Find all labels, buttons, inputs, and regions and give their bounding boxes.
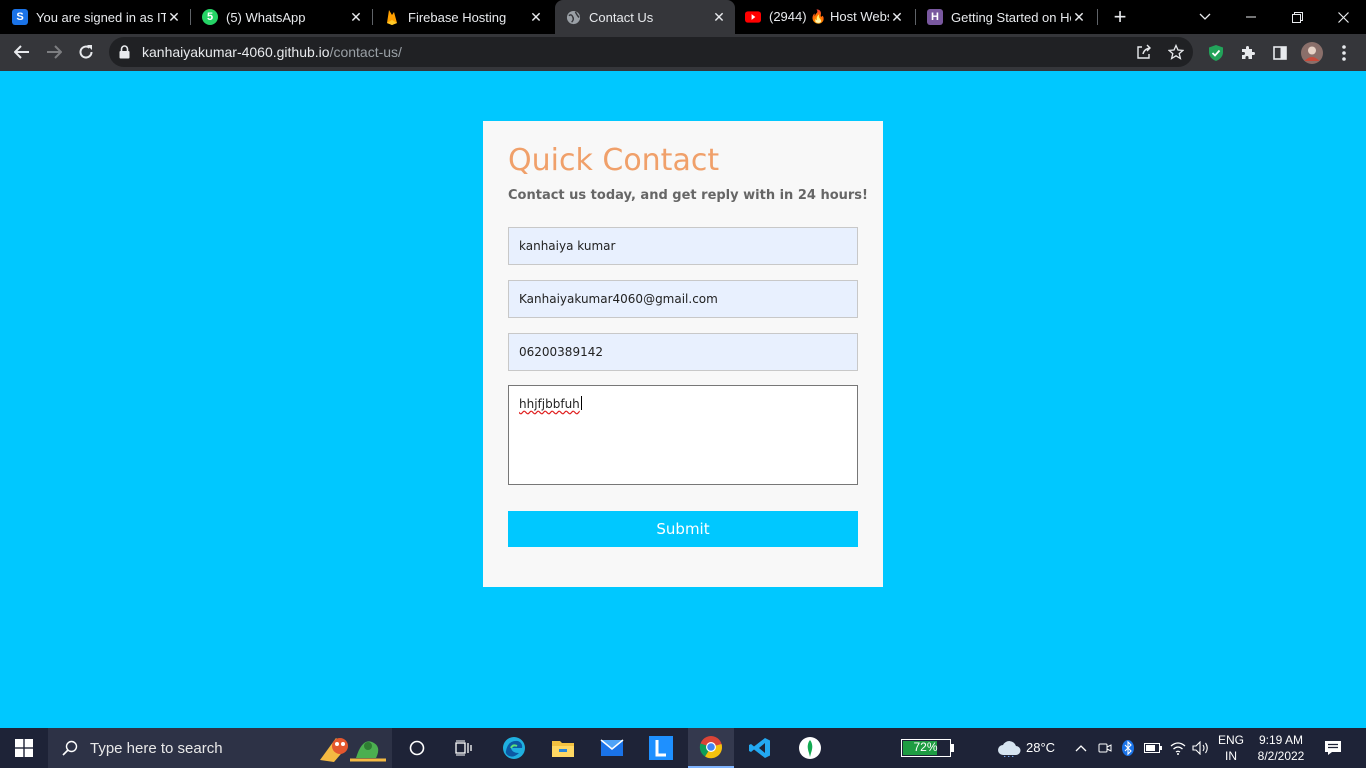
message-textarea[interactable]: hhjfjbbfuh: [508, 385, 858, 485]
tab-title: You are signed in as IT: [36, 9, 166, 25]
bookmark-star-icon[interactable]: [1167, 43, 1185, 61]
restore-button[interactable]: [1274, 0, 1320, 34]
start-button[interactable]: [0, 728, 48, 768]
url-path: /contact-us/: [329, 44, 402, 60]
close-icon[interactable]: ✕: [528, 9, 544, 25]
browser-toolbar: kanhaiyakumar-4060.github.io/contact-us/: [0, 34, 1366, 71]
back-button[interactable]: [8, 38, 36, 66]
volume-icon[interactable]: [1191, 728, 1211, 768]
tab-signed-in[interactable]: S You are signed in as IT ✕: [12, 0, 190, 34]
tab-title: Firebase Hosting: [408, 9, 507, 25]
contact-card: Quick Contact Contact us today, and get …: [483, 121, 883, 587]
url-host: kanhaiyakumar-4060.github.io: [142, 44, 330, 60]
temperature-text: 28°C: [1026, 740, 1056, 755]
firebase-icon: [384, 9, 400, 25]
time-text: 9:19 AM: [1258, 733, 1304, 747]
wifi-icon[interactable]: [1168, 728, 1188, 768]
page-subtitle: Contact us today, and get reply with in …: [508, 188, 868, 203]
new-tab-button[interactable]: +: [1108, 4, 1132, 29]
language-text: ENG: [1217, 733, 1244, 747]
tab-firebase[interactable]: Firebase Hosting ✕: [384, 0, 552, 34]
date-text: 8/2/2022: [1257, 749, 1305, 763]
close-icon[interactable]: ✕: [1071, 9, 1087, 25]
weather-cloud-icon[interactable]: [994, 728, 1024, 768]
search-icon: [62, 740, 78, 756]
phone-field[interactable]: [508, 333, 858, 371]
close-window-button[interactable]: [1320, 0, 1366, 34]
name-field[interactable]: [508, 227, 858, 265]
chrome-icon[interactable]: [688, 728, 734, 768]
tab-whatsapp[interactable]: 5 (5) WhatsApp ✕: [202, 0, 372, 34]
chevron-up-icon[interactable]: [1072, 728, 1090, 768]
shield-extension-icon[interactable]: [1205, 42, 1227, 64]
meet-now-icon[interactable]: [1096, 728, 1114, 768]
bluetooth-icon[interactable]: [1120, 728, 1136, 768]
share-icon[interactable]: [1135, 43, 1153, 61]
submit-button[interactable]: Submit: [508, 511, 858, 547]
battery-percent: 72%: [913, 740, 938, 754]
file-explorer-icon[interactable]: [543, 728, 583, 768]
mongodb-icon[interactable]: [790, 728, 830, 768]
search-highlight-icon: [316, 732, 388, 764]
avatar[interactable]: [1301, 42, 1323, 64]
tab-strip: S You are signed in as IT ✕ 5 (5) WhatsA…: [0, 0, 1366, 34]
address-bar[interactable]: kanhaiyakumar-4060.github.io/contact-us/: [109, 37, 1193, 67]
clock[interactable]: 9:19 AM 8/2/2022: [1252, 732, 1310, 764]
close-icon[interactable]: ✕: [711, 9, 727, 25]
page-title: Quick Contact: [508, 143, 720, 178]
tab-title: (2944) 🔥 Host Websit: [769, 9, 889, 24]
tab-search-icon[interactable]: [1182, 0, 1228, 34]
notification-icon[interactable]: [1318, 728, 1348, 768]
tab-favicon: S: [12, 9, 28, 25]
tab-heroku[interactable]: H Getting Started on He ✕: [927, 0, 1095, 34]
taskbar-search[interactable]: Type here to search: [48, 728, 392, 768]
battery-icon[interactable]: [1143, 728, 1163, 768]
tab-contact-us[interactable]: Contact Us ✕: [555, 0, 735, 34]
tab-youtube[interactable]: (2944) 🔥 Host Websit ✕: [745, 0, 913, 34]
cortana-icon[interactable]: [397, 728, 437, 768]
text-caret: [580, 396, 582, 410]
tab-title: Getting Started on He: [951, 9, 1071, 25]
close-icon[interactable]: ✕: [348, 9, 364, 25]
minimize-button[interactable]: [1228, 0, 1274, 34]
battery-widget[interactable]: 72%: [900, 728, 954, 768]
region-text: IN: [1225, 749, 1237, 763]
edge-icon[interactable]: [494, 728, 534, 768]
message-text: hhjfjbbfuh: [519, 397, 580, 411]
side-panel-icon[interactable]: [1269, 42, 1291, 64]
extensions-puzzle-icon[interactable]: [1237, 42, 1259, 64]
email-field[interactable]: [508, 280, 858, 318]
tab-title: (5) WhatsApp: [226, 9, 306, 25]
forward-button[interactable]: [40, 38, 68, 66]
tab-favicon: H: [927, 9, 943, 25]
mail-icon[interactable]: [592, 728, 632, 768]
close-icon[interactable]: ✕: [889, 9, 905, 25]
youtube-icon: [745, 9, 761, 25]
url-text: kanhaiyakumar-4060.github.io/contact-us/: [142, 44, 402, 60]
vscode-icon[interactable]: [740, 728, 780, 768]
language-indicator[interactable]: ENG IN: [1214, 732, 1248, 764]
task-view-icon[interactable]: [444, 728, 484, 768]
search-placeholder: Type here to search: [90, 739, 223, 757]
close-icon[interactable]: ✕: [166, 9, 182, 25]
menu-kebab-icon[interactable]: [1333, 42, 1355, 64]
globe-icon: [565, 9, 581, 25]
l-app-icon[interactable]: [641, 728, 681, 768]
reload-button[interactable]: [72, 38, 100, 66]
windows-taskbar: Type here to search 72% 28°C ENG IN 9:19…: [0, 728, 1366, 768]
tab-favicon: 5: [202, 9, 218, 25]
tab-title: Contact Us: [589, 9, 654, 25]
lock-icon[interactable]: [119, 45, 130, 64]
